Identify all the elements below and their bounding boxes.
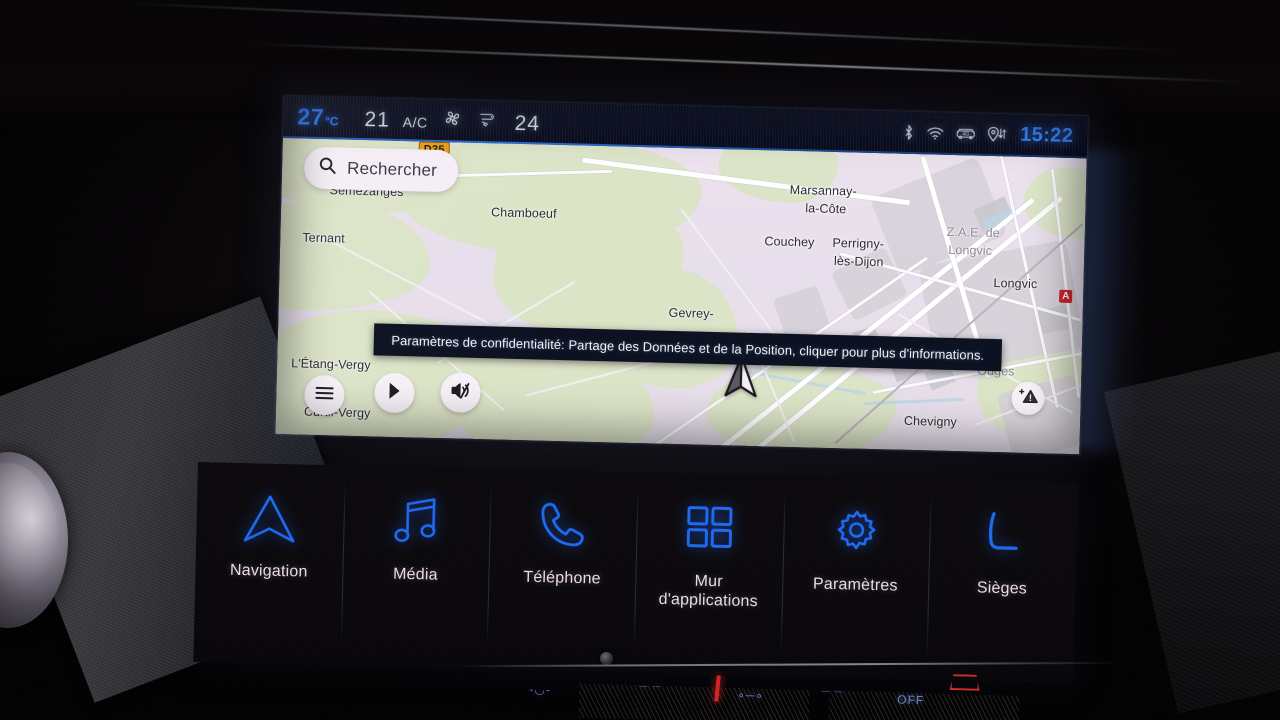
map-label: Z.A.E. de	[946, 224, 1000, 241]
gear-icon	[831, 503, 882, 562]
home-item-label: Téléphone	[523, 568, 601, 588]
svg-text:4G: 4G	[962, 132, 969, 138]
compass-north-icon	[385, 380, 404, 405]
car-seat-icon	[979, 506, 1026, 565]
navigation-arrow-icon	[239, 489, 300, 548]
map-label: Ternant	[302, 230, 345, 246]
search-placeholder: Rechercher	[346, 158, 438, 180]
dashboard-hood	[0, 0, 1280, 120]
car-4g-icon[interactable]: 4G	[955, 125, 976, 142]
climate-left-group: 27 °C 21 A/C 24	[297, 103, 540, 136]
home-item-telephone[interactable]: Téléphone	[487, 469, 638, 672]
home-app-bar: Navigation Média Téléphone Mur d'applica…	[193, 462, 1078, 683]
hazard-lights-button[interactable]	[950, 674, 980, 691]
volume-muted-icon	[449, 380, 472, 406]
clock: 15:22	[1019, 123, 1074, 147]
map-label: la-Côte	[805, 201, 847, 217]
search-bar[interactable]: Rechercher	[303, 146, 459, 193]
home-item-label: Mur d'applications	[658, 572, 759, 611]
infotainment-screen: 27 °C 21 A/C 24 4G 15:22 Semezanges Cham…	[275, 96, 1088, 455]
physical-climate-button[interactable]: -◡-	[529, 682, 551, 697]
map-label: Perrigny-	[832, 235, 885, 252]
map-label: Couchey	[764, 234, 815, 250]
music-note-icon	[389, 493, 444, 552]
map-label: L'Étang-Vergy	[291, 356, 371, 373]
physical-climate-button[interactable]: ﹍﹍	[819, 678, 845, 696]
windshield-defrost-icon[interactable]	[478, 109, 497, 128]
physical-climate-button[interactable]: OFF	[897, 693, 924, 708]
home-item-settings[interactable]: Paramètres	[780, 476, 931, 679]
map-motorway-tag: A	[1059, 289, 1073, 304]
search-icon	[318, 156, 338, 180]
map-view[interactable]: Semezanges Chamboeuf Ternant Marsannay-la-C…	[275, 137, 1087, 455]
add-incident-report-icon	[1018, 387, 1039, 410]
map-vegetation	[275, 198, 432, 314]
map-label: Chevigny	[903, 413, 958, 430]
phone-handset-icon	[536, 496, 591, 555]
driver-zone-temperature[interactable]: 21	[364, 108, 390, 133]
wifi-icon[interactable]	[926, 125, 944, 140]
map-label: Marsannay-	[789, 182, 857, 199]
fan-icon[interactable]	[443, 108, 463, 128]
passenger-zone-temperature[interactable]: 24	[514, 111, 540, 136]
location-data-icon[interactable]	[987, 125, 1007, 142]
map-label: Longvic	[948, 242, 993, 258]
home-item-label: Navigation	[229, 561, 308, 581]
home-item-navigation[interactable]: Navigation	[193, 462, 344, 665]
status-icons-group: 4G 15:22	[902, 120, 1074, 147]
home-item-seats[interactable]: Sièges	[926, 479, 1077, 682]
outside-temperature: 27	[297, 102, 325, 130]
map-label: Gevrey-	[668, 305, 714, 321]
physical-climate-button[interactable]: ∘─∘	[737, 688, 764, 703]
hamburger-menu-icon	[314, 384, 335, 405]
map-label: Chamboeuf	[490, 205, 557, 221]
home-item-app-wall[interactable]: Mur d'applications	[633, 472, 784, 675]
home-item-media[interactable]: Média	[340, 465, 491, 668]
bluetooth-icon[interactable]	[902, 123, 915, 140]
privacy-banner-text: Paramètres de confidentialité: Partage d…	[391, 332, 985, 363]
ac-label[interactable]: A/C	[403, 114, 428, 131]
panel-sensor-dot	[600, 652, 613, 665]
screen-content: 27 °C 21 A/C 24 4G 15:22 Semezanges Cham…	[275, 96, 1088, 455]
physical-climate-button[interactable]: ﹍﹍	[637, 673, 663, 691]
speaker-grille	[578, 683, 810, 720]
home-item-label: Média	[392, 565, 438, 584]
home-item-label: Paramètres	[812, 575, 898, 595]
map-label: Longvic	[993, 276, 1038, 292]
map-label: lès-Dijon	[833, 253, 884, 270]
home-item-label: Sièges	[976, 579, 1028, 598]
temperature-unit: °C	[324, 113, 339, 128]
app-grid-icon	[682, 499, 737, 558]
